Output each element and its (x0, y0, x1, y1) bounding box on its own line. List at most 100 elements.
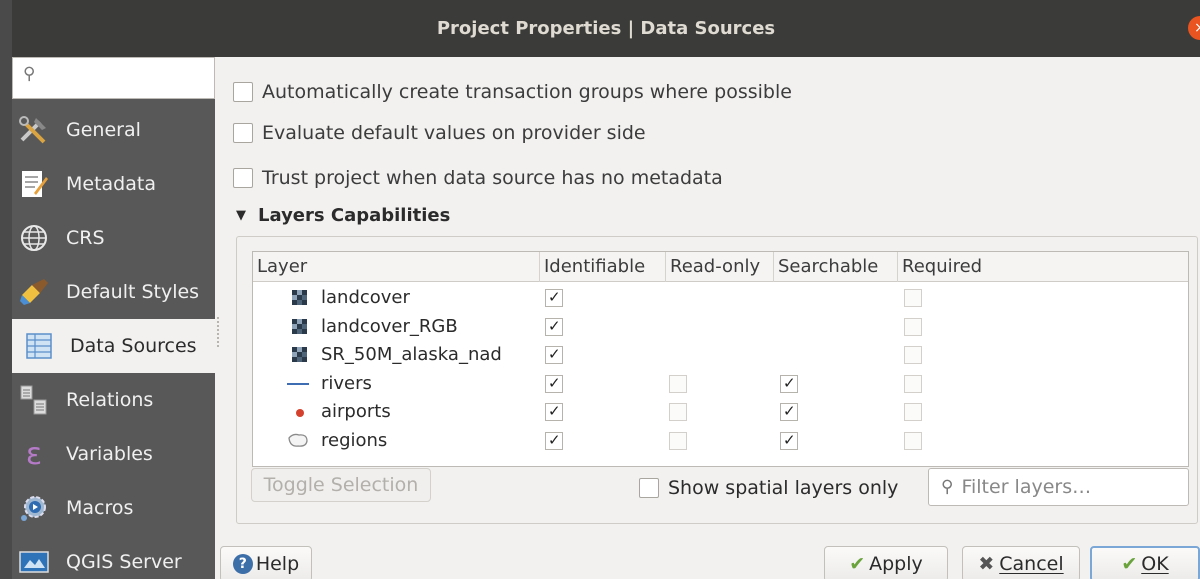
required-checkbox[interactable] (904, 403, 922, 421)
title-bar: Project Properties | Data Sources × (12, 0, 1200, 57)
globe-icon (17, 222, 51, 254)
window-title: Project Properties | Data Sources (436, 18, 776, 39)
help-icon: ? (232, 554, 253, 574)
search-icon: ⚲ (941, 477, 954, 497)
searchable-checkbox[interactable] (780, 374, 798, 393)
raster-layer-icon (291, 346, 309, 364)
identifiable-checkbox[interactable] (545, 402, 563, 421)
layer-name: rivers (321, 372, 372, 394)
column-header-searchable[interactable]: Searchable (774, 252, 898, 282)
required-checkbox[interactable] (904, 374, 922, 393)
sidebar-item-data-sources[interactable]: Data Sources (12, 319, 215, 373)
table-row[interactable]: rivers (253, 370, 1188, 398)
sidebar-item-label: Relations (66, 389, 154, 411)
relations-icon (17, 384, 51, 416)
layer-name: regions (321, 429, 388, 451)
filter-placeholder: Filter layers… (961, 476, 1092, 498)
sidebar-item-crs[interactable]: CRS (12, 211, 215, 265)
sidebar-item-general[interactable]: General (12, 103, 215, 157)
raster-layer-icon (291, 318, 309, 336)
readonly-checkbox[interactable] (669, 374, 687, 393)
sidebar-item-qgis-server[interactable]: QGIS Server (12, 535, 215, 579)
checkbox-box[interactable] (233, 123, 253, 143)
layer-name: SR_50M_alaska_nad (321, 344, 502, 365)
identifiable-checkbox[interactable] (545, 431, 563, 450)
sidebar-search-input[interactable]: ⚲ (12, 57, 215, 99)
epsilon-icon: ε (25, 436, 43, 472)
checkbox-label: Evaluate default values on provider side (262, 122, 646, 144)
column-header-required[interactable]: Required (898, 252, 1188, 282)
table-row[interactable]: SR_50M_alaska_nad (253, 341, 1188, 369)
sidebar-item-variables[interactable]: ε Variables (12, 427, 215, 481)
point-layer-icon (291, 403, 309, 421)
readonly-checkbox[interactable] (669, 403, 687, 421)
sidebar-item-label: Data Sources (70, 335, 197, 357)
sidebar-item-label: Macros (66, 497, 134, 519)
gear-play-icon (17, 492, 51, 524)
cancel-label: Cancel (999, 553, 1064, 575)
checkbox-label: Automatically create transaction groups … (262, 81, 792, 103)
layers-capabilities-header[interactable]: ▼ Layers Capabilities (236, 205, 450, 226)
layer-name: airports (321, 401, 391, 422)
table-row[interactable]: regions (253, 427, 1188, 455)
column-header-layer[interactable]: Layer (253, 252, 540, 282)
identifiable-checkbox[interactable] (545, 374, 563, 393)
sidebar-item-metadata[interactable]: Metadata (12, 157, 215, 211)
apply-label: Apply (869, 553, 923, 575)
help-label: Help (255, 553, 300, 575)
ok-label: OK (1141, 553, 1169, 575)
column-header-readonly[interactable]: Read-only (666, 252, 774, 282)
paintbrush-icon (17, 276, 51, 308)
search-icon: ⚲ (23, 64, 36, 84)
transaction-groups-checkbox[interactable]: Automatically create transaction groups … (233, 79, 792, 105)
layer-name: landcover_RGB (321, 315, 458, 337)
filter-layers-input[interactable]: ⚲ Filter layers… (928, 468, 1189, 506)
default-values-checkbox[interactable]: Evaluate default values on provider side (233, 120, 646, 146)
required-checkbox[interactable] (904, 289, 922, 307)
cancel-icon: ✖ (978, 553, 995, 575)
sidebar-item-label: Variables (66, 443, 153, 465)
identifiable-checkbox[interactable] (545, 317, 563, 336)
sidebar-item-label: Default Styles (66, 281, 200, 303)
ok-button[interactable]: ✔ OK (1090, 546, 1200, 579)
identifiable-checkbox[interactable] (545, 288, 563, 307)
polygon-layer-icon (287, 432, 308, 450)
layers-table: Layer Identifiable Read-only Searchable … (252, 251, 1189, 467)
raster-layer-icon (291, 289, 309, 307)
table-row[interactable]: landcover_RGB (253, 313, 1188, 341)
checkbox-box[interactable] (233, 82, 253, 102)
checkbox-label: Show spatial layers only (668, 477, 899, 499)
checkbox-box[interactable] (233, 168, 253, 188)
apply-button[interactable]: ✔ Apply (824, 546, 948, 579)
line-layer-icon (287, 375, 309, 393)
column-header-identifiable[interactable]: Identifiable (540, 252, 666, 282)
table-row[interactable]: landcover (253, 284, 1188, 312)
required-checkbox[interactable] (904, 317, 922, 336)
show-spatial-checkbox[interactable]: Show spatial layers only (639, 475, 898, 501)
collapse-triangle-icon[interactable]: ▼ (236, 208, 246, 223)
sidebar-item-label: General (66, 119, 141, 141)
sidebar-item-label: Metadata (66, 173, 156, 195)
sidebar-item-default-styles[interactable]: Default Styles (12, 265, 215, 319)
table-icon (22, 330, 56, 362)
sidebar-item-label: CRS (66, 227, 105, 249)
sidebar-item-relations[interactable]: Relations (12, 373, 215, 427)
help-button[interactable]: ? Help (220, 546, 312, 579)
layer-name: landcover (321, 287, 410, 308)
searchable-checkbox[interactable] (780, 431, 798, 450)
readonly-checkbox[interactable] (669, 431, 687, 450)
required-checkbox[interactable] (904, 431, 922, 450)
checkbox-box[interactable] (639, 478, 659, 498)
dialog-body: ⚲ General Metadata CRS Default Styles Da… (12, 57, 1200, 579)
cancel-button[interactable]: ✖ Cancel (962, 546, 1080, 579)
sidebar: ⚲ General Metadata CRS Default Styles Da… (12, 57, 215, 579)
identifiable-checkbox[interactable] (545, 345, 563, 364)
checkmark-icon: ✔ (849, 553, 866, 575)
splitter-handle[interactable] (217, 317, 220, 347)
searchable-checkbox[interactable] (780, 402, 798, 421)
table-row[interactable]: airports (253, 398, 1188, 426)
sidebar-item-macros[interactable]: Macros (12, 481, 215, 535)
required-checkbox[interactable] (904, 346, 922, 364)
trust-project-checkbox[interactable]: Trust project when data source has no me… (233, 165, 723, 191)
toggle-selection-button[interactable]: Toggle Selection (251, 468, 431, 502)
